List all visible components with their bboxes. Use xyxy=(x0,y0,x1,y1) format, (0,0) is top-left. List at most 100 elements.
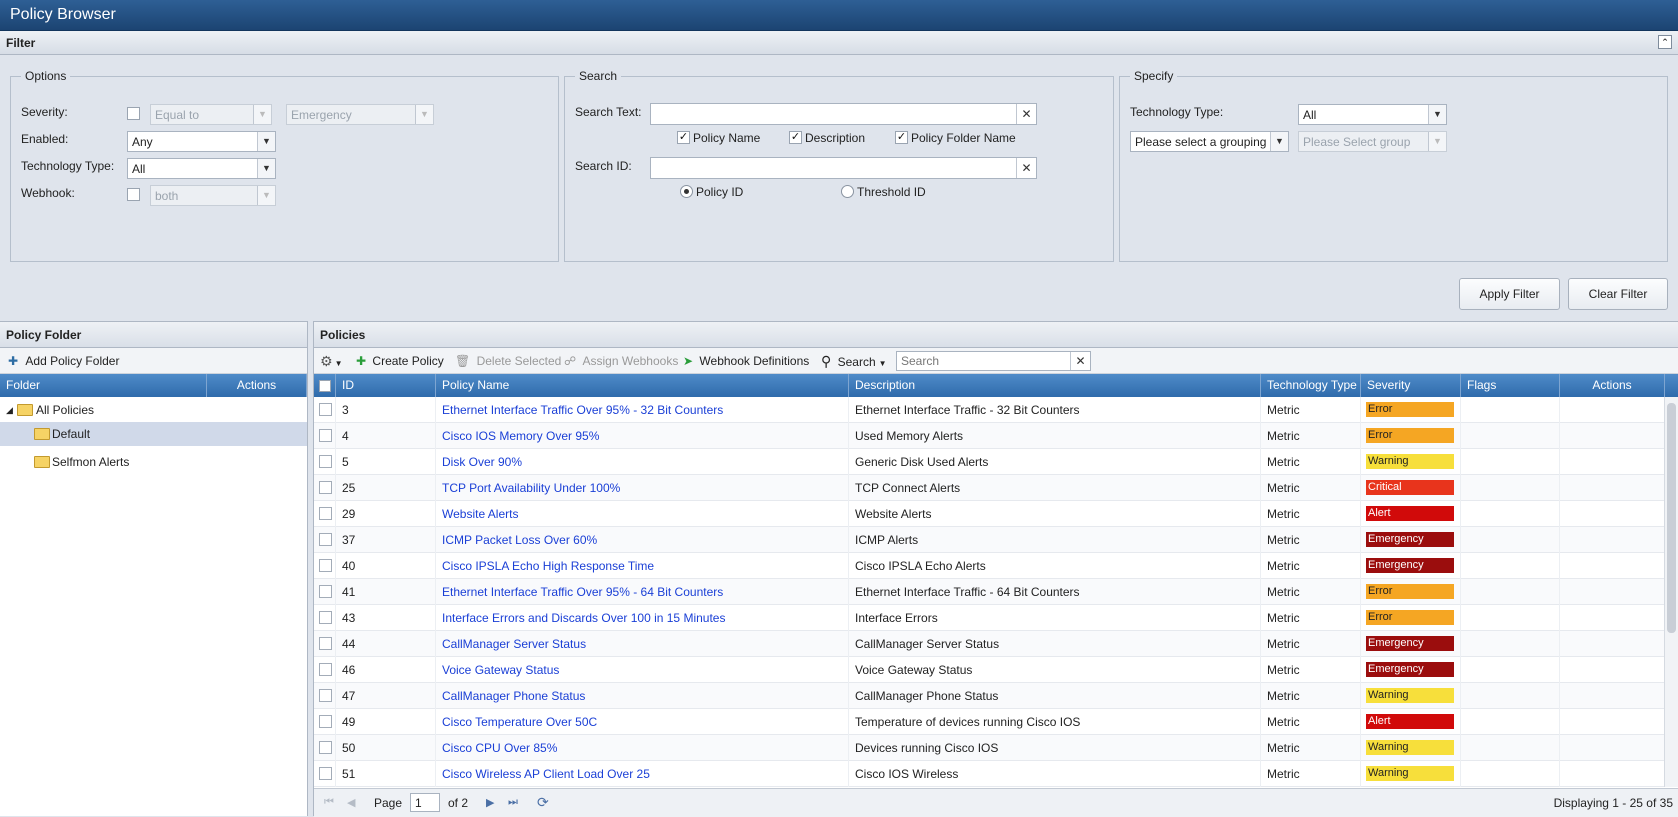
create-policy-button[interactable]: ✚ Create Policy xyxy=(356,348,444,374)
policy-name-link[interactable]: CallManager Server Status xyxy=(442,637,586,651)
clear-icon[interactable]: ✕ xyxy=(1016,158,1036,178)
policy-name-cell[interactable]: Cisco IOS Memory Over 95% xyxy=(436,423,849,449)
search-menu-button[interactable]: ⚲ Search ▼ xyxy=(821,348,887,374)
policy-name-cell[interactable]: Website Alerts xyxy=(436,501,849,527)
actions-cell[interactable] xyxy=(1560,397,1665,423)
enabled-select[interactable]: Any ▼ xyxy=(127,131,276,152)
actions-cell[interactable] xyxy=(1560,605,1665,631)
policy-name-cell[interactable]: CallManager Server Status xyxy=(436,631,849,657)
search-text-input[interactable]: ✕ xyxy=(650,103,1037,125)
table-row[interactable]: 41 Ethernet Interface Traffic Over 95% - … xyxy=(314,579,1665,605)
tree-item-selfmon-alerts[interactable]: Selfmon Alerts xyxy=(0,450,307,474)
severity-checkbox[interactable] xyxy=(127,107,140,120)
policy-name-link[interactable]: Cisco IOS Memory Over 95% xyxy=(442,429,599,443)
clear-filter-button[interactable]: Clear Filter xyxy=(1568,278,1668,310)
specify-technology-select[interactable]: All ▼ xyxy=(1298,104,1447,125)
policy-name-cell[interactable]: Interface Errors and Discards Over 100 i… xyxy=(436,605,849,631)
row-checkbox[interactable] xyxy=(319,481,332,494)
collapse-icon[interactable]: ⌃ xyxy=(1658,35,1672,49)
table-row[interactable]: 43 Interface Errors and Discards Over 100… xyxy=(314,605,1665,631)
policy-name-link[interactable]: Cisco IPSLA Echo High Response Time xyxy=(442,559,654,573)
policy-name-cell[interactable]: Cisco IPSLA Echo High Response Time xyxy=(436,553,849,579)
table-row[interactable]: 37 ICMP Packet Loss Over 60% ICMP Alerts Me… xyxy=(314,527,1665,553)
add-policy-folder-button[interactable]: ✚ Add Policy Folder xyxy=(8,348,119,374)
description-column-header[interactable]: Description xyxy=(849,374,1261,397)
group-select[interactable]: Please Select group ▼ xyxy=(1298,131,1447,152)
select-all-cell[interactable] xyxy=(314,374,336,397)
policy-name-link[interactable]: CallManager Phone Status xyxy=(442,689,585,703)
row-checkbox[interactable] xyxy=(319,611,332,624)
last-page-icon[interactable]: ⏭ xyxy=(508,796,518,809)
tree-item-all-policies[interactable]: ◢ All Policies xyxy=(0,398,307,422)
row-select-cell[interactable] xyxy=(314,449,336,475)
policy-name-cell[interactable]: Cisco CPU Over 85% xyxy=(436,735,849,761)
webhook-checkbox[interactable] xyxy=(127,188,140,201)
row-select-cell[interactable] xyxy=(314,475,336,501)
webhook-definitions-button[interactable]: ➤ Webhook Definitions xyxy=(683,348,809,374)
severity-value-select[interactable]: Emergency ▼ xyxy=(286,104,434,125)
table-row[interactable]: 50 Cisco CPU Over 85% Devices running Cisc… xyxy=(314,735,1665,761)
row-select-cell[interactable] xyxy=(314,709,336,735)
actions-cell[interactable] xyxy=(1560,709,1665,735)
policy-name-cell[interactable]: TCP Port Availability Under 100% xyxy=(436,475,849,501)
policy-name-link[interactable]: Voice Gateway Status xyxy=(442,663,559,677)
table-row[interactable]: 51 Cisco Wireless AP Client Load Over 25 C… xyxy=(314,761,1665,787)
actions-cell[interactable] xyxy=(1560,579,1665,605)
actions-cell[interactable] xyxy=(1560,631,1665,657)
policy-name-link[interactable]: Cisco Wireless AP Client Load Over 25 xyxy=(442,767,650,781)
policy-name-link[interactable]: Website Alerts xyxy=(442,507,518,521)
row-select-cell[interactable] xyxy=(314,735,336,761)
table-row[interactable]: 40 Cisco IPSLA Echo High Response Time Cis… xyxy=(314,553,1665,579)
severity-operator-select[interactable]: Equal to ▼ xyxy=(150,104,272,125)
technology-type-column-header[interactable]: Technology Type xyxy=(1261,374,1361,397)
row-checkbox[interactable] xyxy=(319,507,332,520)
table-row[interactable]: 29 Website Alerts Website Alerts Metric Aler… xyxy=(314,501,1665,527)
row-checkbox[interactable] xyxy=(319,403,332,416)
table-row[interactable]: 49 Cisco Temperature Over 50C Temperature … xyxy=(314,709,1665,735)
policy-name-cell[interactable]: Voice Gateway Status xyxy=(436,657,849,683)
page-number-input[interactable]: 1 xyxy=(410,793,440,812)
table-row[interactable]: 47 CallManager Phone Status CallManager Ph… xyxy=(314,683,1665,709)
row-select-cell[interactable] xyxy=(314,527,336,553)
policy-name-checkbox[interactable]: ✓ xyxy=(677,131,690,144)
flags-column-header[interactable]: Flags xyxy=(1461,374,1560,397)
policy-name-link[interactable]: Interface Errors and Discards Over 100 i… xyxy=(442,611,725,625)
row-select-cell[interactable] xyxy=(314,501,336,527)
delete-selected-button[interactable]: 🗑 Delete Selected xyxy=(455,348,561,374)
policy-name-cell[interactable]: Cisco Temperature Over 50C xyxy=(436,709,849,735)
table-row[interactable]: 3 Ethernet Interface Traffic Over 95% - 3… xyxy=(314,397,1665,423)
actions-cell[interactable] xyxy=(1560,683,1665,709)
apply-filter-button[interactable]: Apply Filter xyxy=(1459,278,1560,310)
row-checkbox[interactable] xyxy=(319,637,332,650)
row-select-cell[interactable] xyxy=(314,605,336,631)
severity-column-header[interactable]: Severity xyxy=(1361,374,1461,397)
threshold-id-radio[interactable] xyxy=(841,185,854,198)
technology-type-select[interactable]: All ▼ xyxy=(127,158,276,179)
actions-cell[interactable] xyxy=(1560,475,1665,501)
actions-cell[interactable] xyxy=(1560,735,1665,761)
policy-name-cell[interactable]: Ethernet Interface Traffic Over 95% - 32… xyxy=(436,397,849,423)
actions-cell[interactable] xyxy=(1560,657,1665,683)
actions-cell[interactable] xyxy=(1560,423,1665,449)
row-checkbox[interactable] xyxy=(319,715,332,728)
row-checkbox[interactable] xyxy=(319,533,332,546)
policy-name-cell[interactable]: Ethernet Interface Traffic Over 95% - 64… xyxy=(436,579,849,605)
search-id-input[interactable]: ✕ xyxy=(650,157,1037,179)
row-select-cell[interactable] xyxy=(314,579,336,605)
policy-name-link[interactable]: Cisco Temperature Over 50C xyxy=(442,715,597,729)
row-select-cell[interactable] xyxy=(314,631,336,657)
policy-name-link[interactable]: Ethernet Interface Traffic Over 95% - 32… xyxy=(442,403,723,417)
policy-name-cell[interactable]: Disk Over 90% xyxy=(436,449,849,475)
row-checkbox[interactable] xyxy=(319,741,332,754)
policy-search-input[interactable]: Search ✕ xyxy=(896,351,1091,371)
actions-cell[interactable] xyxy=(1560,527,1665,553)
scrollbar-thumb[interactable] xyxy=(1667,403,1676,633)
webhook-select[interactable]: both ▼ xyxy=(150,185,276,206)
table-row[interactable]: 4 Cisco IOS Memory Over 95% Used Memory Al… xyxy=(314,423,1665,449)
row-select-cell[interactable] xyxy=(314,397,336,423)
first-page-icon[interactable]: ⏮ xyxy=(324,796,334,809)
actions-cell[interactable] xyxy=(1560,449,1665,475)
policy-name-column-header[interactable]: Policy Name xyxy=(436,374,849,397)
refresh-icon[interactable]: ⟳ xyxy=(537,794,549,811)
row-checkbox[interactable] xyxy=(319,559,332,572)
